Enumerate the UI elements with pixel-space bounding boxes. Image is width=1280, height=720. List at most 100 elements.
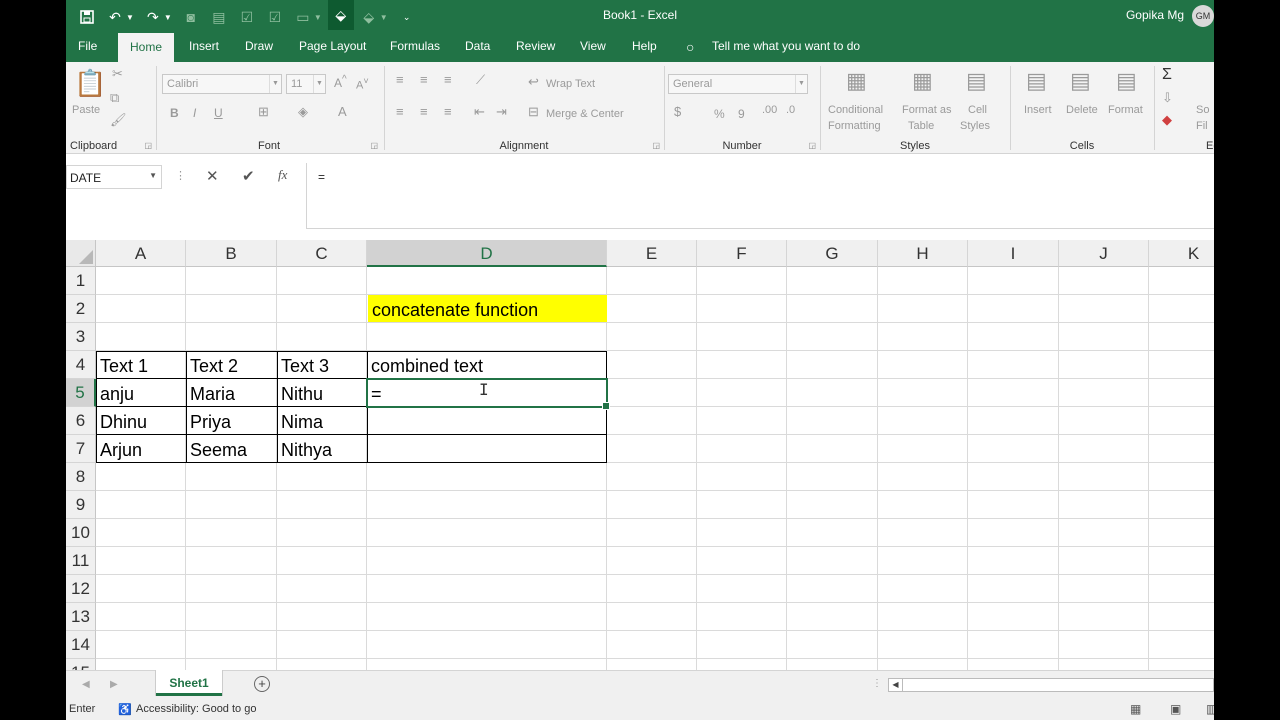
title-cell[interactable]: concatenate function <box>368 295 607 323</box>
tab-home[interactable]: Home <box>118 33 175 62</box>
user-name[interactable]: Gopika Mg <box>1126 8 1184 22</box>
percent-button[interactable]: % <box>714 107 725 121</box>
font-color-icon[interactable]: A <box>338 104 347 119</box>
fill-icon[interactable]: ⇩ <box>1162 90 1173 106</box>
table-cell[interactable]: Dhinu <box>96 407 186 435</box>
number-format-select[interactable]: General ▼ <box>668 74 808 94</box>
formula-input[interactable]: = <box>306 163 1214 229</box>
align-top-icon[interactable]: ≡ <box>396 72 404 87</box>
row-header-5[interactable]: 5 <box>66 379 96 407</box>
column-header-c[interactable]: C <box>277 240 367 267</box>
row-header-14[interactable]: 14 <box>66 631 96 659</box>
row-header-3[interactable]: 3 <box>66 323 96 351</box>
row-header-2[interactable]: 2 <box>66 295 96 323</box>
scroll-left-icon[interactable]: ◀ <box>82 679 90 690</box>
select-all-button[interactable] <box>66 240 96 267</box>
column-header-d[interactable]: D <box>367 240 607 267</box>
normal-view-icon[interactable]: ▦ <box>1130 702 1141 716</box>
row-header-15[interactable]: 15 <box>66 659 96 670</box>
fill-color-icon[interactable]: ◈ <box>298 104 308 120</box>
row-header-6[interactable]: 6 <box>66 407 96 435</box>
table-cell[interactable]: Priya <box>186 407 277 435</box>
cell-styles-line2[interactable]: Styles <box>960 120 990 132</box>
scroll-right-icon[interactable]: ▶ <box>110 679 118 690</box>
column-header-j[interactable]: J <box>1059 240 1149 267</box>
align-center-icon[interactable]: ≡ <box>420 104 428 119</box>
accessibility-icon[interactable]: ♿ <box>118 703 132 716</box>
tab-view[interactable]: View <box>580 39 606 53</box>
row-header-1[interactable]: 1 <box>66 267 96 295</box>
column-header-g[interactable]: G <box>787 240 878 267</box>
insert-button[interactable]: Insert <box>1024 104 1052 116</box>
autosum-icon[interactable]: Σ <box>1162 66 1172 84</box>
tab-help[interactable]: Help <box>632 39 657 53</box>
table-cell[interactable] <box>367 407 607 435</box>
decrease-indent-icon[interactable]: ⇤ <box>474 104 485 120</box>
conditional-formatting-line1[interactable]: Conditional <box>828 104 883 116</box>
column-header-h[interactable]: H <box>878 240 968 267</box>
column-header-k[interactable]: K <box>1149 240 1214 267</box>
comma-button[interactable]: 9 <box>738 107 745 121</box>
paste-button[interactable]: Paste <box>72 104 100 116</box>
font-launcher-icon[interactable]: ◲ <box>370 141 378 150</box>
row-header-9[interactable]: 9 <box>66 491 96 519</box>
clear-icon[interactable]: ◆ <box>1162 112 1172 128</box>
clipboard-launcher-icon[interactable]: ◲ <box>144 141 152 150</box>
table-header-cell[interactable]: Text 3 <box>277 351 367 379</box>
conditional-formatting-icon[interactable]: ▦ <box>846 68 867 94</box>
table-cell[interactable]: Seema <box>186 435 277 463</box>
tell-me-search[interactable]: Tell me what you want to do <box>712 39 860 53</box>
cell-styles-line1[interactable]: Cell <box>968 104 987 116</box>
copy-icon[interactable]: ⧉ <box>110 90 119 106</box>
merge-center-button[interactable]: Merge & Center <box>546 108 624 120</box>
tab-page-layout[interactable]: Page Layout <box>299 39 366 53</box>
row-header-11[interactable]: 11 <box>66 547 96 575</box>
insert-function-icon[interactable]: fx <box>278 167 287 183</box>
horizontal-scrollbar[interactable]: ◀ <box>888 678 1214 692</box>
tab-formulas[interactable]: Formulas <box>390 39 440 53</box>
page-break-view-icon[interactable]: ▥ <box>1206 702 1214 716</box>
table-cell[interactable] <box>367 435 607 463</box>
table-cell[interactable]: Maria <box>186 379 277 407</box>
page-layout-view-icon[interactable]: ▣ <box>1170 702 1181 716</box>
borders-icon[interactable]: ⊞ <box>258 104 269 120</box>
table-cell[interactable]: Nima <box>277 407 367 435</box>
insert-cells-icon[interactable]: ▤ <box>1026 68 1047 94</box>
font-name-select[interactable]: Calibri ▼ <box>162 74 282 94</box>
table-header-cell[interactable]: combined text <box>367 351 607 379</box>
grow-font-icon[interactable]: A^ <box>334 74 347 90</box>
merge-icon[interactable]: ⊟ <box>528 104 539 120</box>
tab-data[interactable]: Data <box>465 39 490 53</box>
align-bottom-icon[interactable]: ≡ <box>444 72 452 87</box>
format-cells-icon[interactable]: ▤ <box>1116 68 1137 94</box>
sort-filter-button[interactable]: So <box>1196 104 1209 116</box>
underline-button[interactable]: U <box>214 106 223 120</box>
row-header-10[interactable]: 10 <box>66 519 96 547</box>
enter-icon[interactable]: ✔ <box>242 167 255 185</box>
align-left-icon[interactable]: ≡ <box>396 104 404 119</box>
add-sheet-icon[interactable]: + <box>254 676 270 692</box>
paste-icon[interactable]: 📋 <box>74 68 106 99</box>
format-as-table-icon[interactable]: ▦ <box>912 68 933 94</box>
tab-draw[interactable]: Draw <box>245 39 273 53</box>
wrap-text-button[interactable]: Wrap Text <box>546 78 595 90</box>
alignment-launcher-icon[interactable]: ◲ <box>652 141 660 150</box>
row-header-7[interactable]: 7 <box>66 435 96 463</box>
table-cell[interactable]: Nithya <box>277 435 367 463</box>
number-launcher-icon[interactable]: ◲ <box>808 141 816 150</box>
row-header-13[interactable]: 13 <box>66 603 96 631</box>
sheet-tab[interactable]: Sheet1 <box>156 670 222 696</box>
column-header-a[interactable]: A <box>96 240 186 267</box>
table-cell[interactable]: anju <box>96 379 186 407</box>
tab-file[interactable]: File <box>78 39 97 53</box>
shrink-font-icon[interactable]: A˅ <box>356 76 369 92</box>
table-cell[interactable]: Arjun <box>96 435 186 463</box>
tab-review[interactable]: Review <box>516 39 555 53</box>
avatar[interactable]: GM <box>1192 5 1214 27</box>
column-header-f[interactable]: F <box>697 240 787 267</box>
font-size-select[interactable]: 11 ▼ <box>286 74 326 94</box>
table-cell[interactable]: Nithu <box>277 379 367 407</box>
cell-styles-icon[interactable]: ▤ <box>966 68 987 94</box>
conditional-formatting-line2[interactable]: Formatting <box>828 120 881 132</box>
wrap-text-icon[interactable]: ↩ <box>528 74 539 90</box>
